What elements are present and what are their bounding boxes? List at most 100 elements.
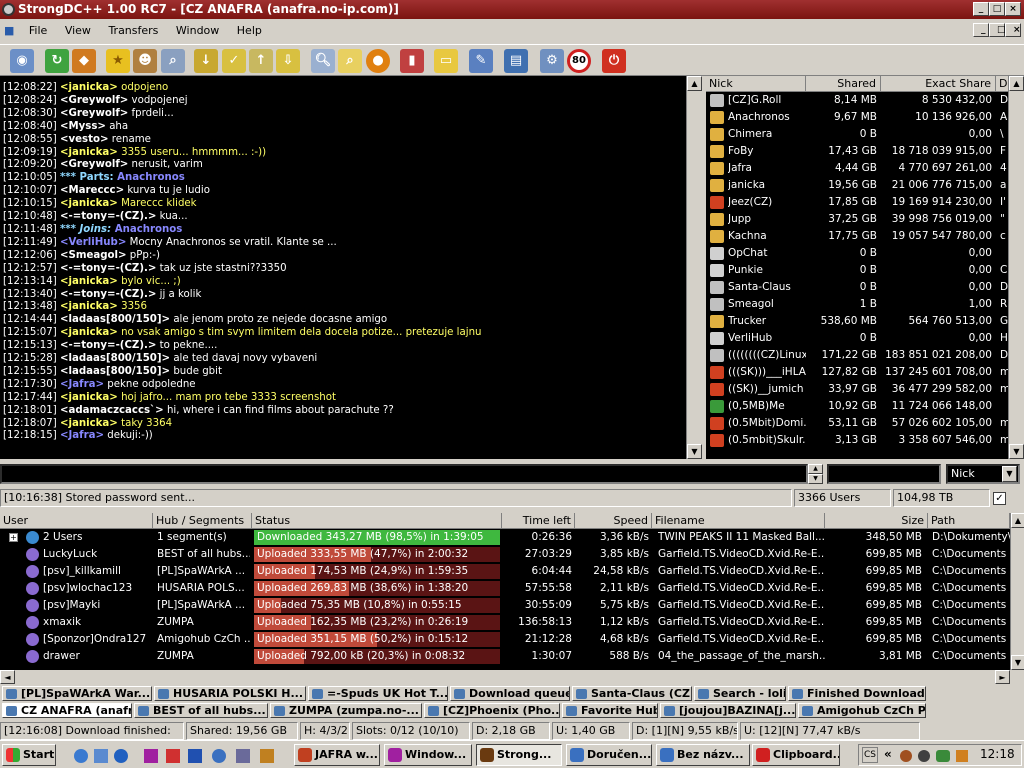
filter-checkbox[interactable]: ✓ [993,492,1006,505]
search-icon[interactable]: 🔍︎ [311,49,335,73]
tab-row2-4[interactable]: Favorite Hubs [562,703,658,718]
user-row[interactable]: (0.5mbit)Skulr... 3,13 GB 3 358 607 546,00… [706,432,1010,449]
transfer-row[interactable]: +2 Users 1 segment(s) Downloaded 343,27 MB… [0,529,1010,546]
user-list-scrollbar[interactable]: ▲ ▼ [1008,76,1024,459]
tab-row2-3[interactable]: [CZ]Phoenix (Pho... [424,703,560,718]
chat-nick[interactable]: <-=tony=-(CZ).> [60,289,156,300]
search-spy-icon[interactable]: ⌕ [161,49,185,73]
col-time-left[interactable]: Time left [502,513,575,529]
tab-row1-5[interactable]: Search - lolita [694,686,786,701]
chat-window[interactable]: [12:08:22] <janicka> odpojeno [12:08:24] … [0,76,686,459]
child-restore-button[interactable]: □ [989,23,1006,37]
user-row[interactable]: ((SK))__jumich 33,97 GB 36 477 299 582,00 m [706,381,1010,398]
tray-app-icon[interactable] [918,750,930,762]
quicklaunch-save-icon[interactable] [144,749,158,763]
minimize-button[interactable]: _ [973,2,989,16]
clock[interactable]: 12:18 [980,747,1015,761]
queue-icon[interactable]: ↓ [194,49,218,73]
tab-row2-2[interactable]: ZUMPA (zumpa.no-... [270,703,422,718]
taskbar-item-1[interactable]: Window... [384,744,472,766]
expand-icon[interactable]: + [9,533,18,542]
tab-row2-6[interactable]: Amigohub CzCh Pr... [798,703,926,718]
chat-nick[interactable]: <ladaas[800/150]> [60,366,170,377]
download-icon[interactable]: ⇩ [276,49,300,73]
transfer-row[interactable]: xmaxik ZUMPA Uploaded 162,35 MB (23,2%) in… [0,614,1010,631]
chat-nick[interactable]: <janicka> [60,392,118,403]
network-icon[interactable]: ● [366,49,390,73]
finished-icon[interactable]: ✓ [222,49,246,73]
tab-row1-6[interactable]: Finished Downloads [788,686,926,701]
book-icon[interactable]: ▤ [504,49,528,73]
chat-nick[interactable]: <VerliHub> [60,237,126,248]
chat-nick[interactable]: <Greywolf> [60,159,128,170]
refresh-icon[interactable]: ↻ [45,49,69,73]
input-spin-up[interactable]: ▲ [808,464,823,474]
scroll-right-icon[interactable]: ► [995,670,1010,684]
chat-nick[interactable]: <Jafra> [60,379,104,390]
upload-icon[interactable]: ↑ [249,49,273,73]
menu-window[interactable]: Window [169,19,226,42]
user-row[interactable]: Trucker 538,60 MB 564 760 513,00 G [706,313,1010,330]
quicklaunch-tool-icon[interactable] [166,749,180,763]
message-input[interactable] [0,464,808,484]
users-icon[interactable]: ☻ [133,49,157,73]
chat-nick[interactable]: <Mareccc> [60,185,124,196]
chat-nick[interactable]: <Jafra> [60,430,104,441]
tray-network-icon[interactable] [956,750,968,762]
transfer-row[interactable]: drawer ZUMPA Uploaded 792,00 kB (20,3%) in… [0,648,1010,665]
adl-icon[interactable]: ⌕ [338,49,362,73]
tab-row2-1[interactable]: BEST of all hubs... [134,703,268,718]
col-shared[interactable]: Shared [806,76,881,92]
chat-nick[interactable]: <janicka> [60,276,118,287]
chat-nick[interactable]: <Myss> [60,121,106,132]
user-row[interactable]: Jeez(CZ) 17,85 GB 19 169 914 230,00 I' [706,194,1010,211]
quicklaunch-ie-icon[interactable] [74,749,88,763]
user-row[interactable]: OpChat 0 B 0,00 [706,245,1010,262]
filter-input[interactable] [827,464,941,484]
menu-transfers[interactable]: Transfers [101,19,165,42]
scroll-left-icon[interactable]: ◄ [0,670,15,684]
chat-nick[interactable]: <ladaas[800/150]> [60,314,170,325]
scroll-up-icon[interactable]: ▲ [1009,76,1024,91]
scroll-up-icon[interactable]: ▲ [1011,513,1024,528]
tray-messenger-icon[interactable] [936,750,950,762]
settings-icon[interactable]: ⚙ [540,49,564,73]
maximize-button[interactable]: □ [989,2,1005,16]
transfer-hscrollbar[interactable]: ◄ ► [0,670,1010,684]
user-row[interactable]: Smeagol 1 B 1,00 R [706,296,1010,313]
chat-nick[interactable]: <janicka> [60,301,118,312]
transfer-row[interactable]: [psv]wlochac123 HUSARIA POLS... Uploaded 2… [0,580,1010,597]
user-row[interactable]: [CZ]G.Roll 8,14 MB 8 530 432,00 D [706,92,1010,109]
notepad-icon[interactable]: ✎ [469,49,493,73]
chat-nick[interactable]: <janicka> [60,198,118,209]
title-bar[interactable]: StrongDC++ 1.00 RC7 - [CZ ANAFRA (anafra… [0,0,1024,19]
chat-nick[interactable]: <adamaczcaccs`> [60,405,164,416]
menu-file[interactable]: File [22,19,54,42]
col-hub[interactable]: Hub / Segments [153,513,252,529]
input-spin-down[interactable]: ▼ [808,474,823,484]
quicklaunch-media-icon[interactable] [236,749,250,763]
child-minimize-button[interactable]: _ [973,23,989,37]
user-row[interactable]: Punkie 0 B 0,00 C [706,262,1010,279]
child-close-button[interactable]: × [1005,23,1021,37]
quit-icon[interactable]: ⏻ [602,49,626,73]
taskbar-item-3[interactable]: Doručen... [566,744,652,766]
chat-nick[interactable]: <janicka> [60,147,118,158]
user-row[interactable]: Jafra 4,44 GB 4 770 697 261,00 4 [706,160,1010,177]
user-row[interactable]: (0,5MB)Me 10,92 GB 11 724 066 148,00 [706,398,1010,415]
col-size[interactable]: Size [825,513,928,529]
taskbar-item-5[interactable]: Clipboard... [752,744,840,766]
tab-row2-5[interactable]: [joujou]BAZINA[j... [660,703,796,718]
user-row[interactable]: VerliHub 0 B 0,00 H [706,330,1010,347]
chat-nick[interactable]: <janicka> [60,327,118,338]
user-row[interactable]: Chimera 0 B 0,00 \ [706,126,1010,143]
scroll-up-icon[interactable]: ▲ [687,76,702,91]
tab-row1-1[interactable]: HUSARIA POLSKI H... [154,686,306,701]
user-row[interactable]: FoBy 17,43 GB 18 718 039 915,00 F [706,143,1010,160]
chat-nick[interactable]: <-=tony=-(CZ).> [60,340,156,351]
chat-nick[interactable]: <-=tony=-(CZ).> [60,263,156,274]
user-row[interactable]: ((((((((CZ)Linux 171,22 GB 183 851 021 208… [706,347,1010,364]
user-row[interactable]: janicka 19,56 GB 21 006 776 715,00 a [706,177,1010,194]
quicklaunch-pen-icon[interactable] [260,749,274,763]
user-row[interactable]: (((SK)))___iHLA 127,82 GB 137 245 601 708,… [706,364,1010,381]
